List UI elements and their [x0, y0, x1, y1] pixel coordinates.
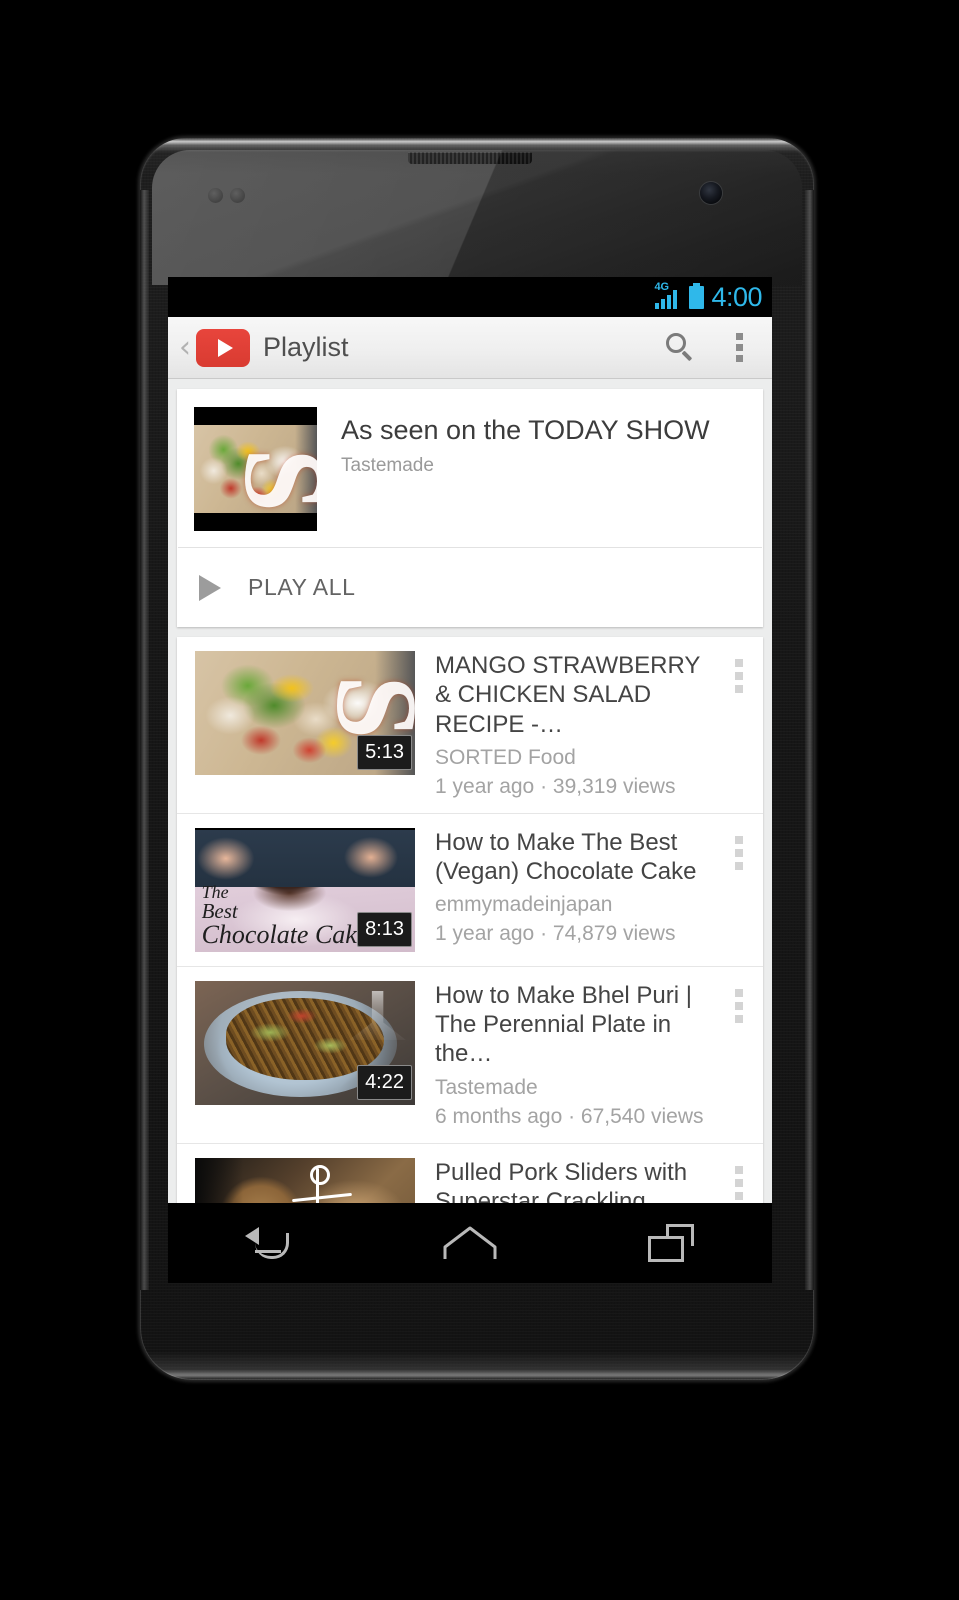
video-meta: How to Make Bhel Puri | The Perennial Pl… [415, 981, 763, 1129]
screenshot-stage: 4G 4:00 ‹ Playlist As seen on the TODAY … [0, 0, 959, 1600]
video-thumbnail[interactable]: The Best Chocolate Cake 8:13 [195, 827, 415, 952]
video-overflow-menu-button[interactable] [727, 985, 751, 1027]
front-camera [700, 182, 722, 204]
video-meta: How to Make The Best (Vegan) Chocolate C… [415, 828, 763, 952]
video-list-item[interactable]: Pulled Pork Sliders with Superstar Crack… [177, 1142, 763, 1203]
video-title: Pulled Pork Sliders with Superstar Crack… [435, 1158, 688, 1203]
video-stats: 1 year ago · 74,879 views [435, 922, 676, 946]
thumbnail-caption: The Best Chocolate Cake [201, 882, 369, 950]
video-title: MANGO STRAWBERRY & CHICKEN SALAD RECIPE … [435, 652, 700, 738]
video-stats: 6 months ago · 67,540 views [435, 1104, 704, 1128]
earpiece-speaker [408, 152, 532, 164]
overflow-menu-button[interactable] [710, 317, 768, 379]
video-stats: 1 year ago · 39,319 views [435, 774, 676, 798]
video-duration-badge: 8:13 [357, 911, 412, 947]
page-title: Playlist [263, 332, 349, 362]
video-list-card: S 5:13 MANGO STRAWBERRY & CHICKEN SALAD … [177, 637, 763, 1203]
android-nav-bar [168, 1203, 772, 1283]
action-bar: ‹ Playlist [168, 317, 772, 379]
status-bar: 4G 4:00 [168, 277, 772, 317]
back-icon [244, 1225, 293, 1261]
search-button[interactable] [652, 317, 710, 379]
playlist-author: Tastemade [341, 454, 434, 476]
thumbnail-letter-s: S [313, 675, 415, 739]
video-list-item[interactable]: The Best Chocolate Cake 8:13 How to Make… [177, 812, 763, 966]
home-icon [443, 1226, 497, 1260]
video-thumbnail[interactable] [195, 1157, 415, 1203]
play-icon [199, 574, 221, 601]
anchor-icon [309, 1165, 330, 1186]
status-bar-clock: 4:00 [711, 282, 762, 312]
playlist-header-card: S As seen on the TODAY SHOW Tastemade PL… [177, 389, 763, 627]
video-channel: SORTED Food [435, 745, 576, 769]
recents-icon [648, 1224, 695, 1262]
playlist-title: As seen on the TODAY SHOW [341, 415, 710, 445]
playlist-header[interactable]: S As seen on the TODAY SHOW Tastemade [177, 389, 763, 547]
overflow-menu-icon [735, 333, 743, 362]
playlist-scroll-content[interactable]: S As seen on the TODAY SHOW Tastemade PL… [168, 379, 772, 1203]
nav-back-button[interactable] [209, 1203, 329, 1283]
video-thumbnail[interactable]: 4:22 [195, 980, 415, 1105]
play-triangle-shape [217, 338, 233, 357]
play-all-label: PLAY ALL [248, 574, 356, 600]
video-duration-badge: 4:22 [357, 1064, 412, 1100]
up-chevron-icon[interactable]: ‹ [176, 332, 194, 363]
video-channel: Tastemade [435, 1075, 538, 1099]
signal-strength-bars [655, 290, 678, 309]
ambient-light-sensor [230, 188, 245, 203]
nav-recents-button[interactable] [611, 1203, 731, 1283]
video-meta: MANGO STRAWBERRY & CHICKEN SALAD RECIPE … [415, 651, 763, 799]
video-duration-badge: 5:13 [357, 735, 412, 770]
video-thumbnail-image [195, 1157, 415, 1203]
thumbnail-letter-s: S [221, 448, 317, 512]
play-all-button[interactable]: PLAY ALL [177, 548, 763, 627]
status-bar-icons: 4G 4:00 [654, 282, 762, 312]
video-title: How to Make The Best (Vegan) Chocolate C… [435, 828, 697, 886]
video-overflow-menu-button[interactable] [727, 832, 751, 874]
youtube-logo-icon[interactable] [196, 328, 250, 367]
battery-full-icon [689, 283, 705, 309]
video-thumbnail[interactable]: S 5:13 [195, 651, 415, 775]
video-list-item[interactable]: 4:22 How to Make Bhel Puri | The Perenni… [177, 965, 763, 1143]
search-icon [666, 332, 696, 363]
signal-bars-icon: 4G [654, 282, 682, 310]
video-list-item[interactable]: S 5:13 MANGO STRAWBERRY & CHICKEN SALAD … [177, 637, 763, 813]
video-title: How to Make Bhel Puri | The Perennial Pl… [435, 981, 693, 1068]
playlist-meta: As seen on the TODAY SHOW Tastemade [317, 407, 710, 531]
video-channel: emmymadeinjapan [435, 893, 613, 917]
playlist-thumbnail-image: S [194, 425, 317, 513]
video-meta: Pulled Pork Sliders with Superstar Crack… [415, 1158, 763, 1203]
nav-home-button[interactable] [410, 1203, 530, 1283]
playlist-thumbnail[interactable]: S [194, 407, 317, 531]
video-overflow-menu-button[interactable] [727, 655, 751, 697]
phone-glass-face [152, 150, 802, 285]
phone-screen: 4G 4:00 ‹ Playlist As seen on the TODAY … [168, 277, 772, 1283]
video-overflow-menu-button[interactable] [727, 1162, 751, 1203]
proximity-sensor [208, 188, 223, 203]
